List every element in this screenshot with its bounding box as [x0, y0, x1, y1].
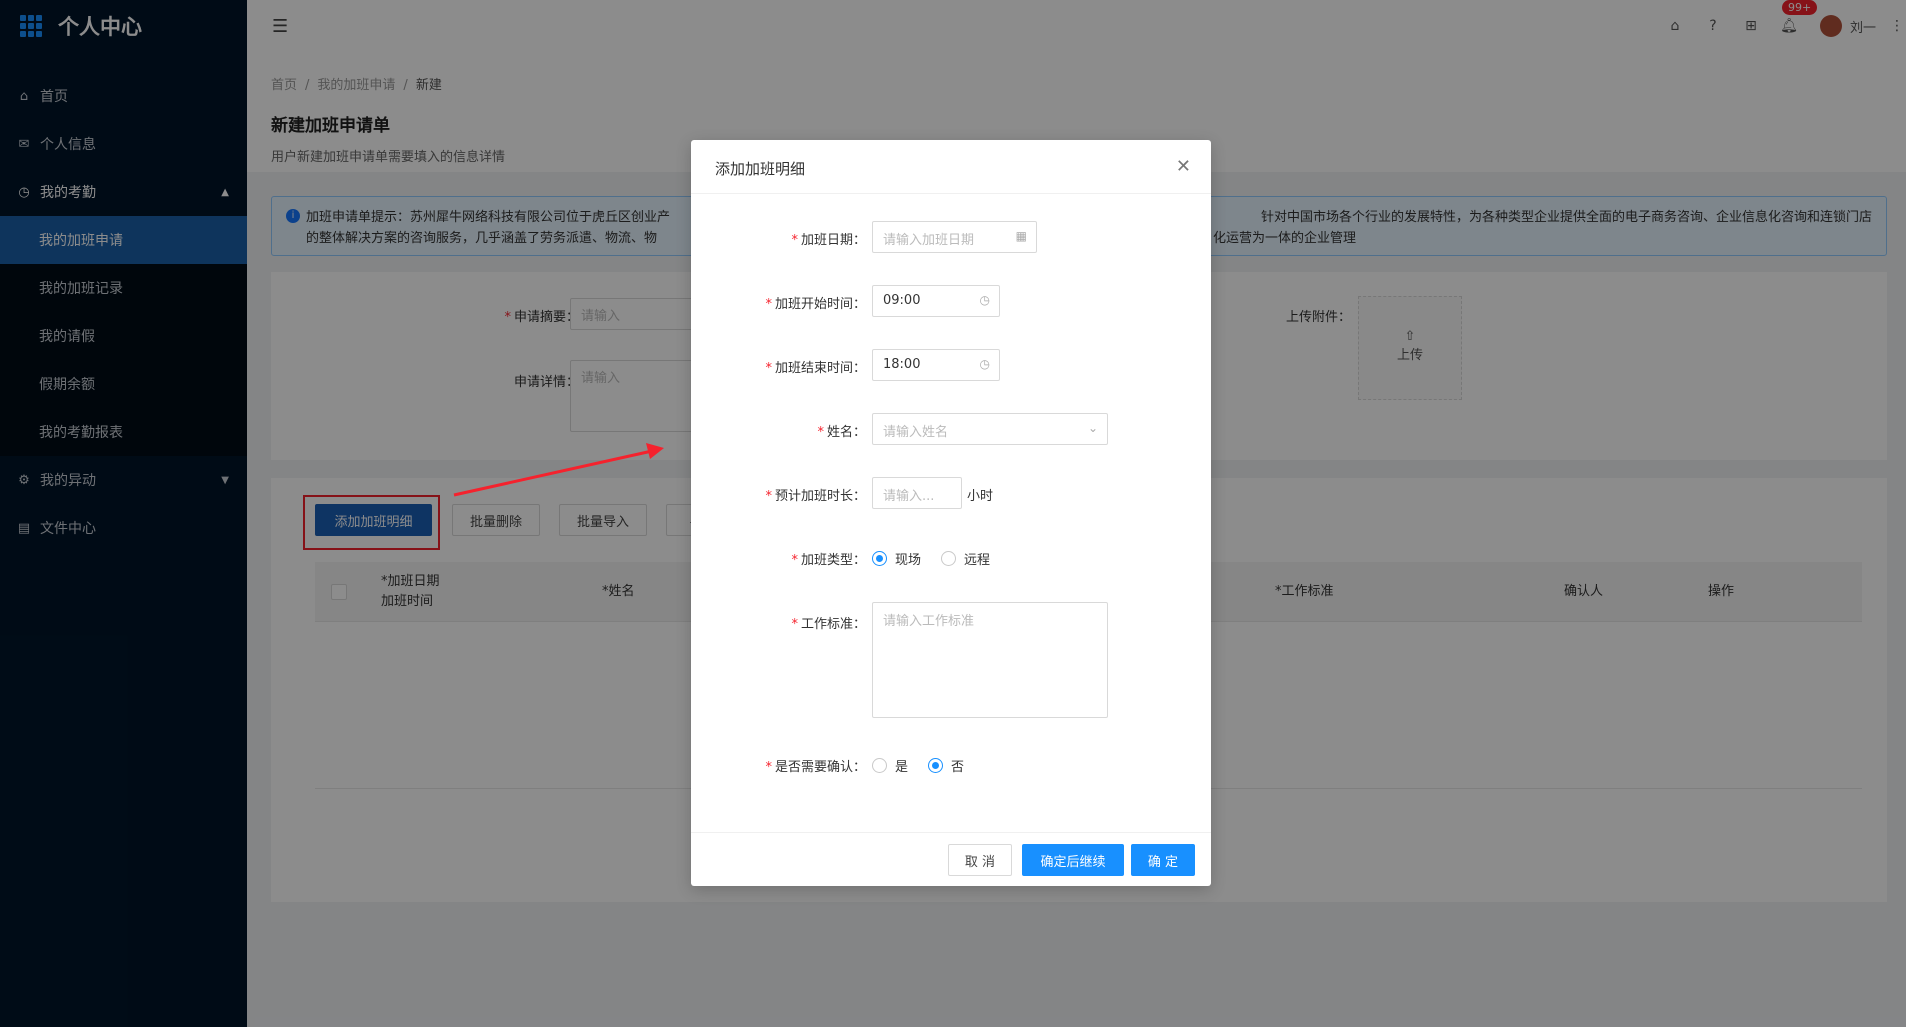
clock-icon: ◷: [979, 293, 990, 307]
start-time-value: 09:00: [883, 293, 921, 308]
date-placeholder: 请输入加班日期: [883, 233, 975, 248]
chevron-down-icon: ⌄: [1087, 421, 1098, 435]
standard-label: * 工作标准：: [791, 617, 866, 632]
radio-onsite[interactable]: [872, 551, 887, 566]
clock-icon: ◷: [979, 357, 990, 371]
confirm-radio-group: 是 否: [872, 756, 984, 775]
dialog-header: 添加加班明细 ✕: [691, 140, 1211, 194]
type-label: * 加班类型：: [791, 553, 866, 568]
name-label: * 姓名：: [817, 425, 866, 440]
name-select[interactable]: 请输入姓名 ⌄: [872, 413, 1108, 445]
ok-button[interactable]: 确 定: [1131, 844, 1195, 876]
radio-onsite-label[interactable]: 现场: [895, 549, 921, 568]
add-detail-dialog: 添加加班明细 ✕ * 加班日期： 请输入加班日期 ▦ * 加班开始时间： 09:00…: [691, 140, 1211, 886]
dialog-title: 添加加班明细: [715, 160, 806, 178]
start-time-label: * 加班开始时间：: [765, 297, 866, 312]
type-radio-group: 现场 远程: [872, 549, 1010, 568]
radio-remote-label[interactable]: 远程: [964, 549, 990, 568]
standard-textarea[interactable]: 请输入工作标准: [872, 602, 1108, 718]
calendar-icon: ▦: [1015, 229, 1027, 243]
cancel-button[interactable]: 取 消: [948, 844, 1012, 876]
confirm-label: * 是否需要确认：: [765, 760, 866, 775]
radio-yes[interactable]: [872, 758, 887, 773]
end-time-value: 18:00: [883, 357, 921, 372]
duration-input[interactable]: 请输入...: [872, 477, 962, 509]
radio-no[interactable]: [928, 758, 944, 773]
date-label: * 加班日期：: [791, 233, 866, 248]
end-time-input[interactable]: 18:00 ◷: [872, 349, 1000, 381]
date-input[interactable]: 请输入加班日期 ▦: [872, 221, 1037, 253]
start-time-input[interactable]: 09:00 ◷: [872, 285, 1000, 317]
duration-unit: 小时: [967, 489, 994, 504]
close-icon[interactable]: ✕: [1176, 156, 1191, 177]
radio-no-label[interactable]: 否: [951, 756, 964, 775]
end-time-label: * 加班结束时间：: [765, 361, 866, 376]
confirm-continue-button[interactable]: 确定后继续: [1022, 844, 1124, 876]
name-placeholder: 请输入姓名: [883, 425, 949, 440]
radio-yes-label[interactable]: 是: [895, 756, 908, 775]
duration-label: * 预计加班时长：: [765, 489, 866, 504]
radio-remote[interactable]: [941, 551, 957, 566]
dialog-footer: 取 消 确定后继续 确 定: [691, 832, 1211, 886]
